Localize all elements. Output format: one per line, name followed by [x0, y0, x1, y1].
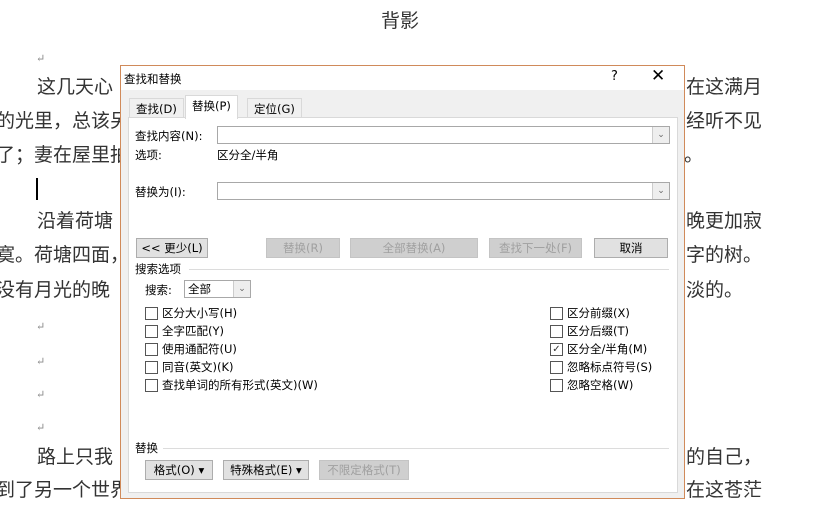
checkbox-label: 区分前缀(X): [567, 306, 630, 320]
checkbox-label: 同音(英文)(K): [162, 360, 234, 374]
replace-heading: 替换: [135, 441, 158, 455]
checkbox-option[interactable]: 查找单词的所有形式(英文)(W): [145, 377, 318, 393]
divider: [189, 269, 669, 270]
special-format-button[interactable]: 特殊格式(E) ▾: [223, 460, 309, 480]
checkbox-checked-icon[interactable]: ✓: [550, 342, 563, 356]
checkbox-icon[interactable]: [550, 306, 563, 320]
checkbox-icon[interactable]: [145, 378, 158, 392]
checkbox-option[interactable]: 同音(英文)(K): [145, 359, 234, 375]
no-format-button[interactable]: 不限定格式(T): [319, 460, 409, 480]
checkbox-label: 查找单词的所有形式(英文)(W): [162, 378, 318, 392]
checkbox-label: 区分后缀(T): [567, 324, 629, 338]
doc-line-left: 了；妻在屋里拍: [0, 144, 130, 166]
doc-line-left: 到了另一个世界: [0, 479, 130, 501]
doc-line-left: 路上只我: [37, 446, 114, 468]
find-next-button[interactable]: 查找下一处(F): [489, 238, 582, 258]
help-icon[interactable]: ?: [611, 69, 618, 84]
doc-line-left: 没有月光的晚: [0, 279, 111, 301]
replace-panel: 查找内容(N): ⌄ 选项: 区分全/半角 替换为(I): ⌄ << 更少(L)…: [128, 117, 678, 493]
chevron-down-icon[interactable]: ⌄: [233, 281, 250, 297]
checkbox-icon[interactable]: [550, 360, 563, 374]
doc-line-right: 经听不见: [686, 110, 763, 132]
checkbox-option[interactable]: 忽略空格(W): [550, 377, 633, 393]
tab-goto[interactable]: 定位(G): [247, 98, 302, 118]
doc-line-right: 在这苍茫: [686, 479, 763, 501]
checkbox-icon[interactable]: [550, 324, 563, 338]
doc-line-right: 晚更加寂: [686, 210, 763, 232]
doc-line-left: 这几天心: [37, 76, 114, 98]
paragraph-mark: ↵: [36, 421, 46, 434]
paragraph-mark: ↵: [36, 320, 46, 333]
checkbox-option[interactable]: 区分前缀(X): [550, 305, 630, 321]
tab-find[interactable]: 查找(D): [129, 98, 184, 118]
doc-line-left: 沿着荷塘: [37, 210, 114, 232]
checkbox-option[interactable]: ✓ 区分全/半角(M): [550, 341, 647, 357]
options-label: 选项:: [135, 148, 162, 162]
search-direction-select[interactable]: 全部 ⌄: [184, 280, 251, 298]
replace-button[interactable]: 替换(R): [266, 238, 340, 258]
doc-line-right: 淡的。: [686, 279, 744, 301]
close-icon[interactable]: ✕: [651, 66, 665, 86]
doc-line-right: 的自己，: [686, 446, 763, 468]
checkbox-label: 全字匹配(Y): [162, 324, 224, 338]
checkbox-icon[interactable]: [550, 378, 563, 392]
checkbox-icon[interactable]: [145, 306, 158, 320]
checkbox-option[interactable]: 使用通配符(U): [145, 341, 237, 357]
dialog-title: 查找和替换: [124, 72, 182, 86]
find-replace-dialog: 查找和替换 ? ✕ 查找(D) 替换(P) 定位(G) 查找内容(N): ⌄ 选…: [120, 65, 685, 499]
checkbox-label: 区分全/半角(M): [567, 342, 648, 356]
replace-all-button[interactable]: 全部替换(A): [350, 238, 478, 258]
checkbox-icon[interactable]: [145, 360, 158, 374]
checkbox-icon[interactable]: [145, 342, 158, 356]
replace-input[interactable]: ⌄: [217, 182, 670, 200]
find-input[interactable]: ⌄: [217, 126, 670, 144]
doc-line-left: 的光里，总该另: [0, 110, 130, 132]
checkbox-label: 使用通配符(U): [162, 342, 237, 356]
document-title: 背影: [381, 10, 420, 32]
paragraph-mark: ↵: [36, 388, 46, 401]
find-label: 查找内容(N):: [135, 129, 203, 143]
doc-line-left: 寞。荷塘四面，: [0, 244, 130, 266]
dialog-titlebar[interactable]: 查找和替换 ? ✕: [121, 66, 684, 90]
checkbox-label: 区分大小写(H): [162, 306, 238, 320]
doc-line-right: 在这满月: [686, 76, 763, 98]
divider: [163, 448, 669, 449]
tab-replace[interactable]: 替换(P): [185, 95, 238, 119]
search-label: 搜索:: [145, 283, 172, 297]
text-cursor: [36, 178, 38, 200]
less-button[interactable]: << 更少(L): [136, 238, 208, 258]
doc-line-right: 。: [684, 144, 704, 166]
checkbox-label: 忽略空格(W): [567, 378, 634, 392]
cancel-button[interactable]: 取消: [594, 238, 668, 258]
checkbox-option[interactable]: 忽略标点符号(S): [550, 359, 652, 375]
checkbox-option[interactable]: 区分后缀(T): [550, 323, 629, 339]
checkbox-option[interactable]: 全字匹配(Y): [145, 323, 224, 339]
chevron-down-icon[interactable]: ⌄: [652, 127, 669, 143]
options-value: 区分全/半角: [217, 148, 279, 162]
format-button[interactable]: 格式(O) ▾: [145, 460, 213, 480]
replace-label: 替换为(I):: [135, 185, 186, 199]
paragraph-mark: ↵: [36, 355, 46, 368]
checkbox-option[interactable]: 区分大小写(H): [145, 305, 237, 321]
search-options-heading: 搜索选项: [135, 262, 181, 276]
chevron-down-icon[interactable]: ⌄: [652, 183, 669, 199]
checkbox-icon[interactable]: [145, 324, 158, 338]
doc-line-right: 字的树。: [686, 244, 763, 266]
paragraph-mark: ↵: [36, 52, 46, 65]
checkbox-label: 忽略标点符号(S): [567, 360, 653, 374]
